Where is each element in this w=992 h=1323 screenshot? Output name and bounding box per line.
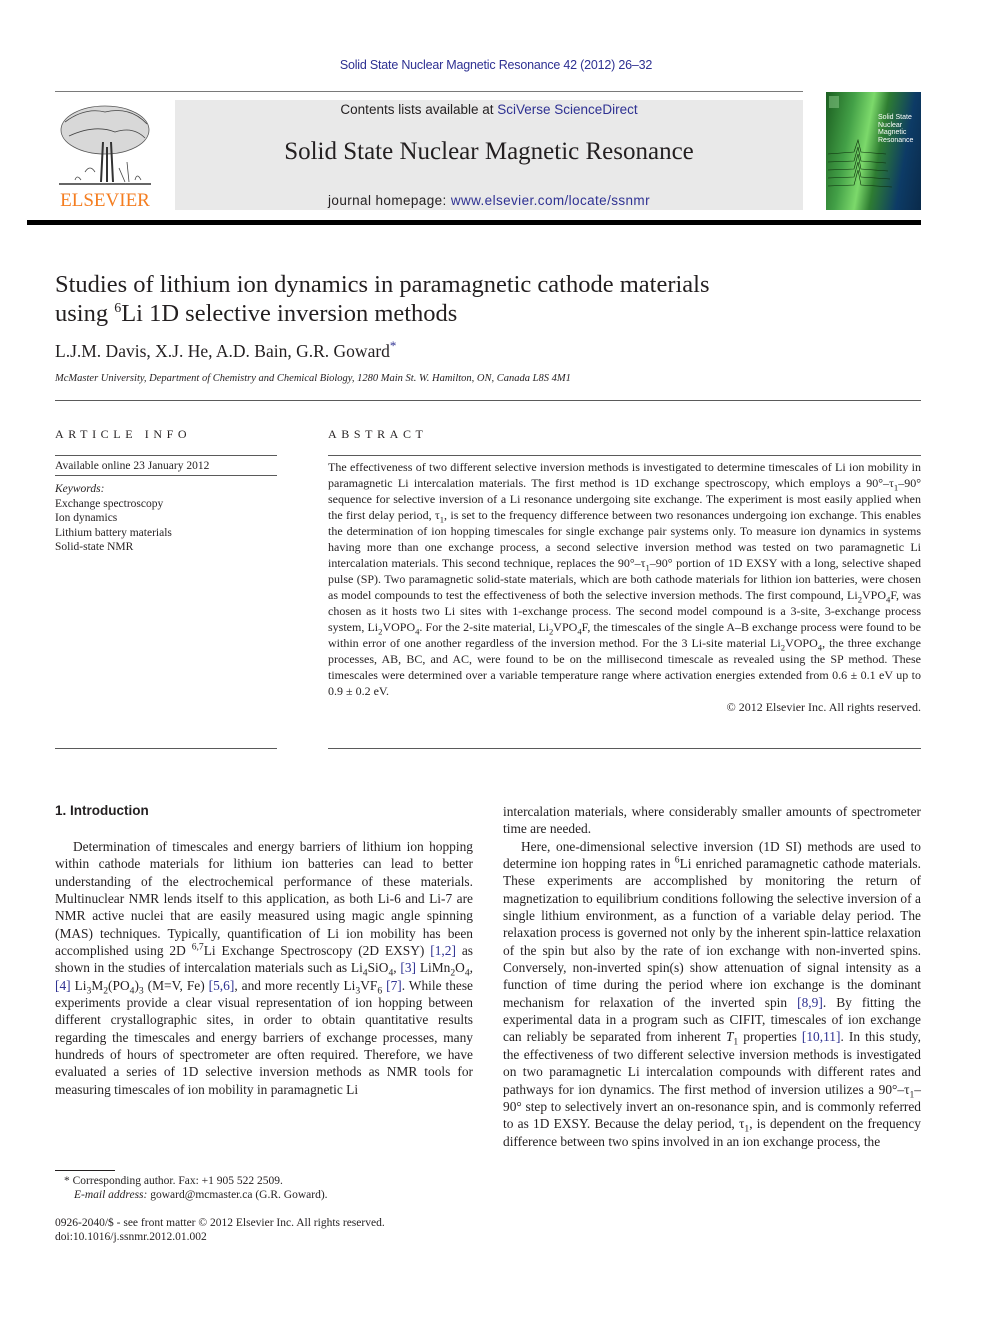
keywords-label: Keywords: xyxy=(55,483,105,495)
homepage-prefix: journal homepage: xyxy=(328,193,451,208)
keyword-item: Lithium battery materials xyxy=(55,526,172,539)
section-heading-introduction: 1. Introduction xyxy=(55,803,149,818)
homepage-line: journal homepage: www.elsevier.com/locat… xyxy=(175,193,803,208)
email-footnote: E-mail address: goward@mcmaster.ca (G.R.… xyxy=(74,1189,328,1201)
intro-paragraph-2: Here, one-dimensional selective inversio… xyxy=(503,838,922,1149)
article-info-rule-2 xyxy=(55,475,277,476)
citation-link[interactable]: [4] xyxy=(55,978,71,993)
citation-link[interactable]: [1,2] xyxy=(430,943,456,958)
abstract-rule xyxy=(328,455,921,456)
keyword-item: Solid-state NMR xyxy=(55,541,134,553)
issn-line: 0926-2040/$ - see front matter © 2012 El… xyxy=(55,1217,385,1229)
contents-prefix: Contents lists available at xyxy=(340,102,498,117)
corresponding-author-footnote: * Corresponding author. Fax: +1 905 522 … xyxy=(64,1175,283,1187)
affiliation: McMaster University, Department of Chemi… xyxy=(55,373,571,384)
body-left-column: Determination of timescales and energy b… xyxy=(55,838,473,1098)
journal-cover-thumbnail[interactable]: Solid State Nuclear Magnetic Resonance xyxy=(826,92,921,210)
cover-title: Solid State Nuclear Magnetic Resonance xyxy=(878,114,914,144)
cover-spectrum-icon xyxy=(827,96,893,188)
citation-link[interactable]: [3] xyxy=(400,960,416,975)
elsevier-wordmark: ELSEVIER xyxy=(60,190,150,211)
keyword-item: Exchange spectroscopy xyxy=(55,497,164,510)
journal-name: Solid State Nuclear Magnetic Resonance xyxy=(284,138,694,165)
article-info-heading: ARTICLE INFO xyxy=(55,427,192,441)
body-right-column: intercalation materials, where considera… xyxy=(503,803,921,1150)
footnote-rule xyxy=(55,1170,115,1171)
journal-homepage-link[interactable]: www.elsevier.com/locate/ssnmr xyxy=(451,193,650,208)
elsevier-tree-icon xyxy=(59,105,151,185)
citation-link[interactable]: [8,9] xyxy=(797,995,823,1010)
header-top-rule xyxy=(55,91,803,92)
keywords-block: Keywords: Exchange spectroscopy Ion dyna… xyxy=(55,482,172,555)
article-info-rule xyxy=(55,455,277,456)
article-info-bottom-rule xyxy=(55,748,277,749)
abstract-heading: ABSTRACT xyxy=(328,427,428,441)
abstract-body: The effectiveness of two different selec… xyxy=(328,460,922,714)
intro-paragraph-1: Determination of timescales and energy b… xyxy=(55,839,473,1097)
doi-line[interactable]: doi:10.1016/j.ssnmr.2012.01.002 xyxy=(55,1230,207,1245)
article-title: Studies of lithium ion dynamics in param… xyxy=(55,271,710,327)
intro-paragraph-1-continued: intercalation materials, where considera… xyxy=(503,804,921,837)
journal-masthead: Contents lists available at SciVerse Sci… xyxy=(175,100,803,210)
contents-line: Contents lists available at SciVerse Sci… xyxy=(175,102,803,117)
corresponding-author-mark[interactable]: * xyxy=(390,338,397,353)
title-divider xyxy=(55,400,921,401)
abstract-copyright: © 2012 Elsevier Inc. All rights reserved… xyxy=(726,700,921,714)
citation-link[interactable]: [5,6] xyxy=(209,978,235,993)
citation-link[interactable]: [10,11] xyxy=(802,1029,841,1044)
keyword-item: Ion dynamics xyxy=(55,512,118,524)
citation-link[interactable]: [7] xyxy=(386,978,402,993)
header-thick-rule xyxy=(27,220,921,225)
available-online: Available online 23 January 2012 xyxy=(55,460,210,472)
running-head[interactable]: Solid State Nuclear Magnetic Resonance 4… xyxy=(0,58,992,72)
elsevier-logo[interactable]: ELSEVIER xyxy=(53,100,157,212)
sciencedirect-link[interactable]: SciVerse ScienceDirect xyxy=(497,102,637,117)
abstract-bottom-rule xyxy=(328,748,921,749)
author-email[interactable]: goward@mcmaster.ca (G.R. Goward). xyxy=(147,1189,327,1201)
author-list: L.J.M. Davis, X.J. He, A.D. Bain, G.R. G… xyxy=(55,338,397,361)
